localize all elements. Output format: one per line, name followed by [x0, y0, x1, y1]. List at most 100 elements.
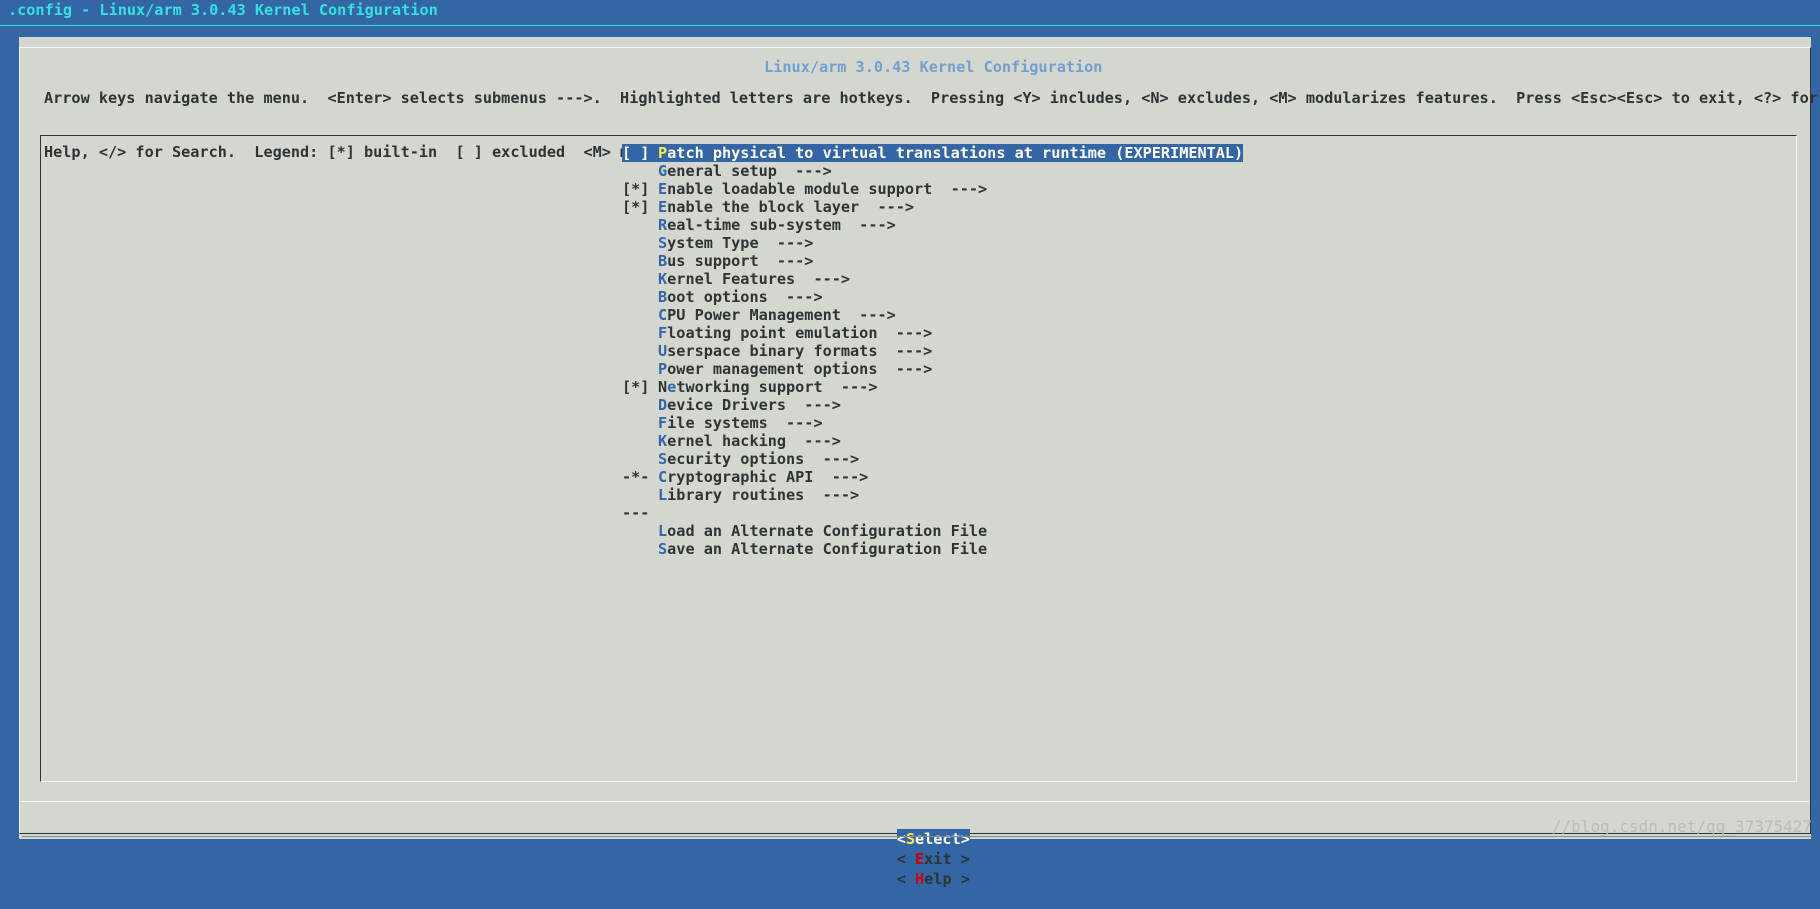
menu-item-hotkey: R — [658, 216, 668, 234]
title-separator — [0, 25, 1820, 26]
menu-item-content: -*- Cryptographic API ---> — [622, 468, 868, 486]
menu-item[interactable]: Load an Alternate Configuration File — [622, 522, 1243, 540]
menu-item-label: nable the block layer ---> — [667, 198, 915, 216]
menu-item-label: ile systems ---> — [667, 414, 823, 432]
menu-item[interactable]: Boot options ---> — [622, 288, 1243, 306]
menu-item-hotkey: S — [658, 450, 668, 468]
menu-item-label: tworking support ---> — [676, 378, 878, 396]
menu-item-hotkey: C — [658, 306, 668, 324]
menu-item-label: oad an Alternate Configuration File — [667, 522, 988, 540]
menu-item-content: Load an Alternate Configuration File — [622, 522, 987, 540]
window-title: .config - Linux/arm 3.0.43 Kernel Config… — [8, 1, 438, 19]
menu-item-label: ecurity options ---> — [667, 450, 860, 468]
menu-item-hotkey: D — [658, 396, 668, 414]
menu-item-label: oot options ---> — [667, 288, 823, 306]
menu-item-content: Boot options ---> — [622, 288, 823, 306]
menu-item-label: nable loadable module support ---> — [667, 180, 988, 198]
help-button[interactable]: < Help > — [897, 869, 970, 889]
menu-item-hotkey: U — [658, 342, 668, 360]
menu-item[interactable]: CPU Power Management ---> — [622, 306, 1243, 324]
menu-item-hotkey: B — [658, 288, 668, 306]
exit-button[interactable]: < Exit > — [897, 849, 970, 869]
menu-item[interactable]: Kernel hacking ---> — [622, 432, 1243, 450]
menu-item-hotkey: F — [658, 324, 668, 342]
menu-item[interactable]: Floating point emulation ---> — [622, 324, 1243, 342]
menu-item[interactable]: System Type ---> — [622, 234, 1243, 252]
help-button-open: < — [896, 870, 915, 888]
select-button-label: elect> — [915, 830, 970, 848]
menu-item[interactable]: Kernel Features ---> — [622, 270, 1243, 288]
select-button-open: < — [896, 830, 906, 848]
menu-item-hotkey: C — [658, 468, 668, 486]
menu-item[interactable]: -*- Cryptographic API ---> — [622, 468, 1243, 486]
menu-box: [ ] Patch physical to virtual translation… — [40, 135, 1797, 782]
menu-item-label: ave an Alternate Configuration File — [667, 540, 988, 558]
menu-item-label: eal-time sub-system ---> — [667, 216, 896, 234]
menu-item[interactable]: Real-time sub-system ---> — [622, 216, 1243, 234]
menu-item[interactable]: [*] Networking support ---> — [622, 378, 1243, 396]
help-button-label: elp > — [924, 870, 970, 888]
menu-item-label: ystem Type ---> — [667, 234, 814, 252]
menu-item[interactable]: General setup ---> — [622, 162, 1243, 180]
exit-button-hotkey: E — [915, 850, 925, 868]
menu-item-content: Real-time sub-system ---> — [622, 216, 896, 234]
menu-item-content: [ ] Patch physical to virtual translation… — [622, 144, 1244, 162]
menu-item[interactable]: [*] Enable loadable module support ---> — [622, 180, 1243, 198]
menu-item-label: atch physical to virtual translations at… — [667, 144, 1244, 162]
menu-item-state: -*- — [622, 468, 650, 486]
menu-item-label: ower management options ---> — [667, 360, 933, 378]
menu-item-hotkey: S — [658, 540, 668, 558]
menu-item-state: [*] — [622, 198, 650, 216]
menu-item[interactable]: Bus support ---> — [622, 252, 1243, 270]
menu-item[interactable]: Userspace binary formats ---> — [622, 342, 1243, 360]
bottom-line — [22, 836, 1812, 837]
menu-item-hotkey: P — [658, 360, 668, 378]
menu-item[interactable]: File systems ---> — [622, 414, 1243, 432]
menu-item-label: eneral setup ---> — [667, 162, 832, 180]
menu-item-label: us support ---> — [667, 252, 814, 270]
menu-item-hotkey: K — [658, 432, 668, 450]
menu-item-label: PU Power Management ---> — [667, 306, 896, 324]
menu-item[interactable]: Device Drivers ---> — [622, 396, 1243, 414]
menu-item-label: ryptographic API ---> — [667, 468, 869, 486]
menu-item[interactable]: Power management options ---> — [622, 360, 1243, 378]
button-bar: <Select> < Exit > < Help > — [19, 809, 1811, 909]
menu-item-label: serspace binary formats ---> — [667, 342, 933, 360]
menu-item-content: Power management options ---> — [622, 360, 932, 378]
menu-item-label: ernel hacking ---> — [667, 432, 841, 450]
menu-item-state: [*] — [622, 378, 650, 396]
menu-item[interactable]: --- — [622, 504, 1243, 522]
menu-item-label: loating point emulation ---> — [667, 324, 933, 342]
menu-item[interactable]: [ ] Patch physical to virtual translation… — [622, 144, 1244, 162]
menu-item-content: Security options ---> — [622, 450, 859, 468]
menu-item-content: Library routines ---> — [622, 486, 859, 504]
menu-item-label: ernel Features ---> — [667, 270, 851, 288]
menu-item-hotkey: L — [658, 522, 668, 540]
menu-item[interactable]: [*] Enable the block layer ---> — [622, 198, 1243, 216]
menu-item-content: Kernel hacking ---> — [622, 432, 841, 450]
menu-item[interactable]: Library routines ---> — [622, 486, 1243, 504]
select-button[interactable]: <Select> — [896, 829, 970, 849]
button-separator — [21, 801, 1809, 802]
menu-item-hotkey: G — [658, 162, 668, 180]
menu-item-content: Device Drivers ---> — [622, 396, 841, 414]
menu-item-state: [*] — [622, 180, 650, 198]
watermark: //blog.csdn.net/qq_37375427 — [1551, 817, 1812, 836]
menu-item[interactable]: Security options ---> — [622, 450, 1243, 468]
menu-item-content: [*] Networking support ---> — [622, 378, 877, 396]
menu-item-content: --- — [622, 504, 658, 522]
menu-item-content: [*] Enable loadable module support ---> — [622, 180, 987, 198]
menu-item-state: [ ] — [622, 144, 650, 162]
menu-item-content: Userspace binary formats ---> — [622, 342, 932, 360]
menuconfig-dialog: Linux/arm 3.0.43 Kernel Configuration Ar… — [19, 37, 1818, 888]
menu-item-content: Kernel Features ---> — [622, 270, 850, 288]
menu-item-hotkey: B — [658, 252, 668, 270]
menu-item-hotkey: e — [667, 378, 677, 396]
menu-item[interactable]: Save an Alternate Configuration File — [622, 540, 1243, 558]
menu-list: [ ] Patch physical to virtual translation… — [622, 144, 1244, 558]
select-button-hotkey: S — [905, 830, 915, 848]
menu-item-hotkey: E — [658, 180, 668, 198]
menu-item-content: Floating point emulation ---> — [622, 324, 932, 342]
menu-item-hotkey: P — [658, 144, 668, 162]
help-button-hotkey: H — [915, 870, 925, 888]
